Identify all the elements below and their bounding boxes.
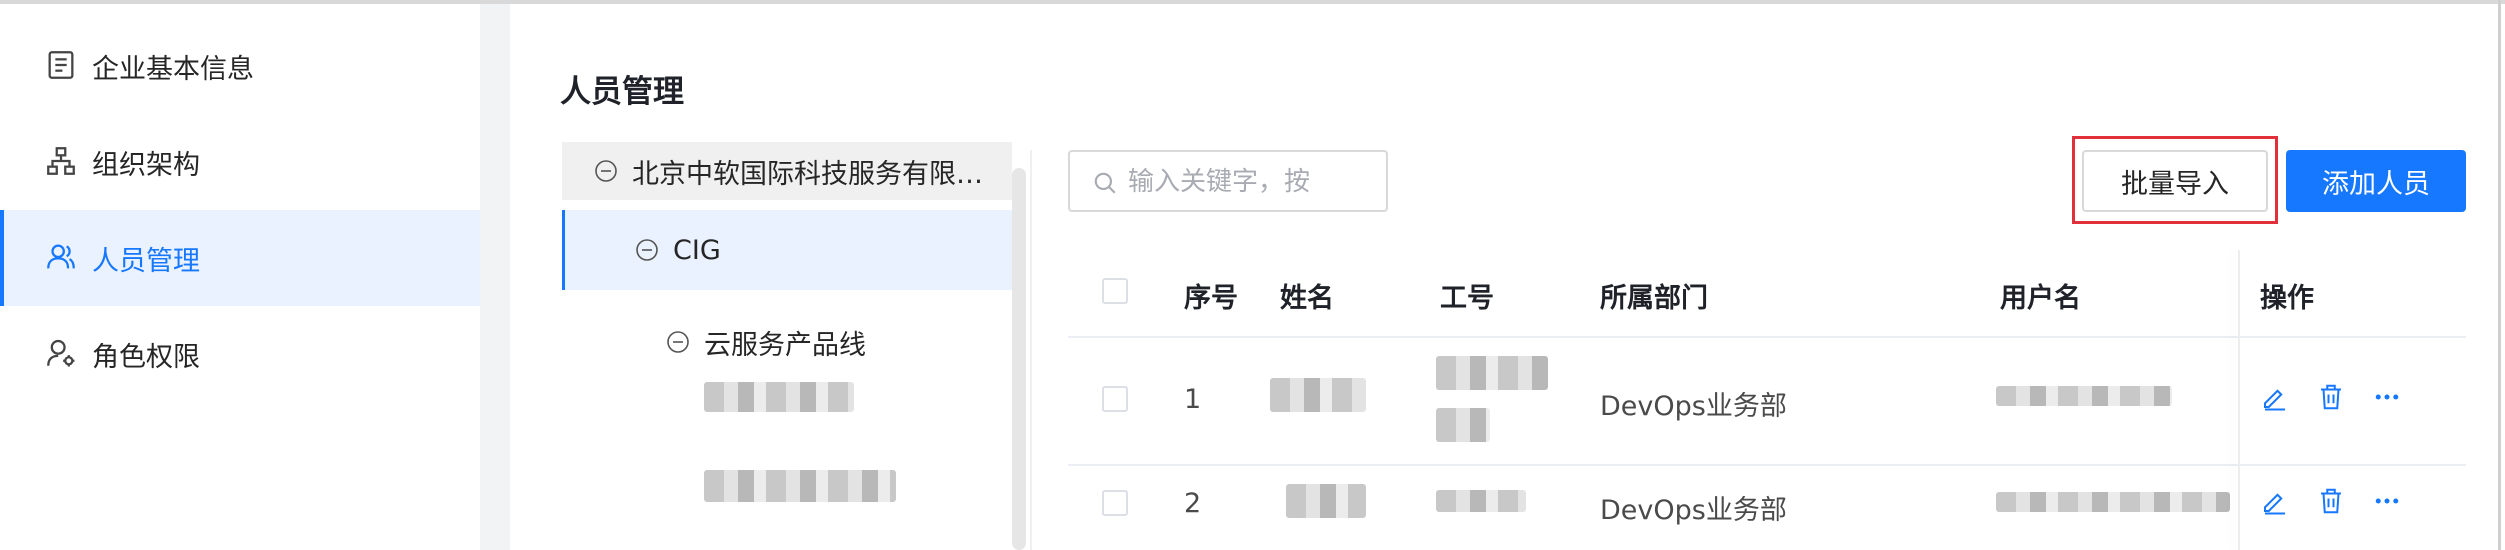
- select-all-checkbox[interactable]: [1102, 278, 1128, 304]
- username-cell-redacted: [1996, 492, 2230, 512]
- tree-node-redacted[interactable]: [704, 470, 896, 502]
- tree-node-label: CIG: [673, 234, 721, 266]
- add-person-button[interactable]: 添加人员: [2286, 150, 2466, 212]
- collapse-icon[interactable]: [666, 330, 690, 354]
- more-icon[interactable]: [2372, 486, 2402, 516]
- actions-column-divider: [2238, 250, 2240, 550]
- column-header-username: 用户名: [2000, 283, 2081, 314]
- name-cell-redacted: [1270, 378, 1366, 412]
- tree-node-redacted[interactable]: [704, 382, 854, 412]
- more-icon[interactable]: [2372, 382, 2402, 412]
- sidebar-item-personnel[interactable]: 人员管理: [0, 210, 480, 306]
- collapse-icon[interactable]: [635, 238, 659, 262]
- edit-icon[interactable]: [2260, 382, 2290, 412]
- panel-divider: [1030, 150, 1032, 550]
- sidebar-item-label: 组织架构: [92, 149, 200, 181]
- name-cell-redacted: [1286, 484, 1366, 518]
- layout-gutter: [480, 4, 510, 550]
- sidebar-item-label: 企业基本信息: [92, 53, 254, 85]
- user-settings-icon: [47, 339, 75, 367]
- employee-id-cell-redacted: [1436, 356, 1548, 390]
- table-header: 序号 姓名 工号 所属部门 用户名 操作: [1068, 250, 2466, 338]
- sidebar: 企业基本信息 组织架构 人员管理 角色权限: [0, 4, 480, 550]
- org-chart-icon: [47, 147, 75, 175]
- table-row: 1 DevOps业务部: [1068, 338, 2466, 466]
- window-right-border: [2498, 0, 2501, 550]
- tree-scrollbar[interactable]: [1012, 168, 1026, 550]
- tree-node-label: 北京中软国际科技服务有限…: [632, 158, 983, 190]
- edit-icon[interactable]: [2260, 486, 2290, 516]
- tree-node-cig[interactable]: CIG: [562, 210, 1012, 290]
- sidebar-item-label: 角色权限: [92, 341, 200, 373]
- search-box[interactable]: [1068, 150, 1388, 212]
- username-cell-redacted: [1996, 386, 2172, 406]
- trash-icon[interactable]: [2316, 486, 2346, 516]
- sidebar-item-org-structure[interactable]: 组织架构: [0, 114, 480, 210]
- sidebar-item-role-permissions[interactable]: 角色权限: [0, 306, 480, 402]
- search-icon: [1094, 172, 1116, 194]
- row-checkbox[interactable]: [1102, 386, 1128, 412]
- collapse-icon[interactable]: [594, 159, 618, 183]
- row-department: DevOps业务部: [1600, 495, 1787, 526]
- row-index: 2: [1184, 488, 1202, 519]
- column-header-name: 姓名: [1280, 283, 1334, 314]
- tree-node-root[interactable]: 北京中软国际科技服务有限…: [562, 142, 1012, 200]
- column-header-actions: 操作: [2260, 283, 2314, 314]
- batch-import-button[interactable]: 批量导入: [2082, 150, 2268, 212]
- page-title: 人员管理: [560, 74, 684, 110]
- trash-icon[interactable]: [2316, 382, 2346, 412]
- row-checkbox[interactable]: [1102, 490, 1128, 516]
- employee-id-cell-redacted: [1436, 408, 1490, 442]
- sidebar-item-company-info[interactable]: 企业基本信息: [0, 18, 480, 114]
- row-department: DevOps业务部: [1600, 391, 1787, 422]
- column-header-index: 序号: [1184, 283, 1238, 314]
- document-list-icon: [48, 51, 74, 79]
- column-header-employee-id: 工号: [1440, 283, 1494, 314]
- table-row: 2 DevOps业务部: [1068, 466, 2466, 550]
- tree-node-cloud-service[interactable]: 云服务产品线: [562, 302, 866, 382]
- tree-node-label: 云服务产品线: [704, 329, 866, 361]
- org-tree: 北京中软国际科技服务有限… CIG 云服务产品线: [562, 142, 1032, 550]
- employee-id-cell-redacted: [1436, 490, 1526, 512]
- users-icon: [47, 244, 75, 269]
- column-header-department: 所属部门: [1600, 283, 1708, 314]
- row-index: 1: [1184, 384, 1202, 415]
- sidebar-item-label: 人员管理: [92, 245, 200, 277]
- search-input[interactable]: [1126, 160, 1380, 204]
